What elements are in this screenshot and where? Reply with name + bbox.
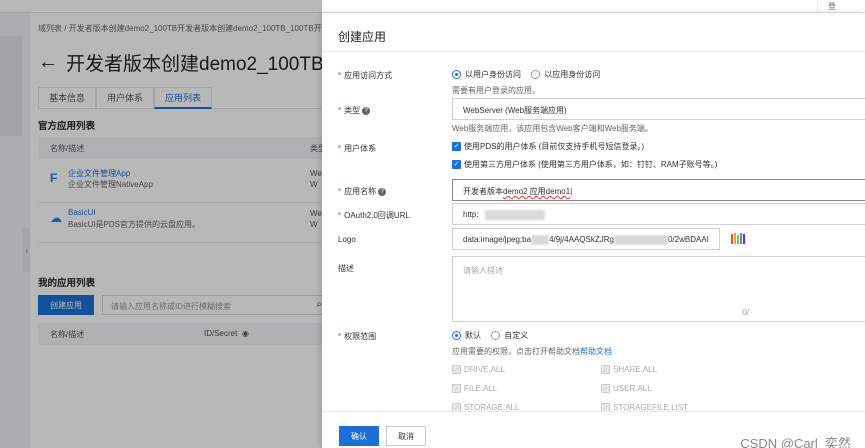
top-bar-user[interactable]: 登 [817,0,865,13]
app-name-value-suffix: demo2 应用demo1 [503,187,571,196]
oauth-url-label: * OAuth2.0回调URL [338,210,410,221]
logo-value-mid: 4/9j/4AAQSkZJRg [549,235,614,245]
radio-scope-default[interactable]: 默认 [452,331,481,341]
app-name-label: * 应用名称? [338,186,387,197]
cancel-button[interactable]: 取消 [386,426,426,446]
logo-value-start: data:image/jpeg;ba [463,235,532,245]
redacted-region [613,235,668,245]
checkbox-third-party-user-system[interactable]: ✓ 使用第三方用户体系 (使用第三方用户体系，如：钉钉、RAM子账号等。) [452,159,717,170]
logo-input[interactable]: data:image/jpeg;ba 4/9j/4AAQSkZJRg 0/2wBDA… [452,228,720,250]
checkbox-disabled-icon: ✓ [601,384,610,394]
perm-label: DRIVE.ALL [464,365,505,374]
modal-backdrop[interactable] [0,0,322,448]
watermark: CSDN @Carl_奕然 [740,436,851,448]
checkbox-disabled-icon: ✓ [452,365,461,375]
perm-file-all: ✓ FILE.ALL [452,384,498,394]
scope-radio-group: 默认 自定义 [452,330,528,341]
radio-user-access-label: 以用户身份访问 [465,70,521,79]
scope-hint-text: 应用需要的权限，点击打开帮助文档 [452,347,580,356]
access-mode-radio-group: 以用户身份访问 以应用身份访问 [452,69,600,80]
checkbox-pds-user-system[interactable]: ✓ 使用PDS的用户体系 (目前仅支持手机号短信登录。) [452,141,644,152]
user-system-label: * 用户体系 [338,143,376,154]
radio-unchecked-icon [491,331,501,341]
required-mark: * [338,144,342,153]
app-name-input[interactable]: 开发者版本demo2 应用demo1| [452,179,865,201]
divider [322,411,865,412]
required-mark: * [338,211,342,220]
radio-checked-icon [452,331,461,341]
help-icon[interactable]: ? [378,187,387,196]
radio-scope-custom-label: 自定义 [504,331,529,340]
oauth-url-label-text: OAuth2.0回调URL [344,211,410,220]
required-mark: * [338,71,342,80]
description-placeholder: 请输入描述 [463,266,503,275]
perm-label: SHARE.ALL [613,365,658,374]
oauth-url-value: http: [463,210,479,220]
divider [322,51,865,52]
radio-unchecked-icon [531,70,541,80]
radio-app-access[interactable]: 以应用身份访问 [531,70,601,80]
checkbox-pds-label: 使用PDS的用户体系 (目前仅支持手机号短信登录。) [464,142,644,151]
radio-checked-icon [452,70,461,80]
logo-value-end: 0/2wBDAAI [667,235,709,245]
user-system-label-text: 用户体系 [344,144,377,153]
redacted-region [531,235,550,245]
checkbox-disabled-icon: ✓ [601,365,610,375]
checkbox-checked-icon: ✓ [452,160,461,170]
access-mode-label-text: 应用访问方式 [344,71,393,80]
access-mode-label: * 应用访问方式 [338,70,392,81]
help-doc-link[interactable]: 帮助文档 [580,347,612,356]
radio-app-access-label: 以应用身份访问 [544,70,601,79]
checkbox-third-party-label: 使用第三方用户体系 (使用第三方用户体系，如：钉钉、RAM子账号等。) [464,160,718,169]
perm-label: FILE.ALL [464,384,498,393]
logo-label: Logo [338,235,356,244]
checkbox-disabled-icon: ✓ [452,384,461,394]
type-hint: Web服务端应用，该应用包含Web客户端和Web服务端。 [452,124,653,133]
radio-scope-custom[interactable]: 自定义 [491,331,529,341]
drawer-title: 创建应用 [338,30,387,44]
perm-user-all: ✓ USER.ALL [601,384,652,394]
checkbox-checked-icon: ✓ [452,142,461,152]
perm-share-all: ✓ SHARE.ALL [601,365,658,375]
description-textarea[interactable]: 请输入描述 0/ [452,256,865,322]
logo-preview-icon [731,233,745,244]
create-app-drawer: 创建应用 * 应用访问方式 以用户身份访问 以应用身份访问 需要有用户登录的应用。… [322,13,865,448]
scope-hint: 应用需要的权限，点击打开帮助文档帮助文档 [452,346,612,357]
radio-scope-default-label: 默认 [465,331,481,340]
description-counter: 0/ [742,308,749,317]
type-label: * 类型? [338,105,371,116]
scope-label: * 权限范围 [338,331,376,342]
access-mode-hint: 需要有用户登录的应用。 [452,86,540,95]
confirm-button[interactable]: 确认 [339,426,379,446]
type-select-value: WebServer (Web服务端应用) [463,106,567,115]
app-name-label-text: 应用名称 [344,187,377,196]
perm-drive-all: ✓ DRIVE.ALL [452,365,505,375]
required-mark: * [338,332,342,341]
perm-label: USER.ALL [613,384,652,393]
redacted-region [484,210,545,220]
type-label-text: 类型 [344,106,361,115]
type-select[interactable]: WebServer (Web服务端应用) [452,98,865,120]
description-label: 描述 [338,264,354,273]
oauth-url-input[interactable]: http: [452,203,865,225]
required-mark: * [338,187,342,196]
required-mark: * [338,106,342,115]
help-icon[interactable]: ? [362,106,371,115]
scope-label-text: 权限范围 [344,332,377,341]
radio-user-access[interactable]: 以用户身份访问 [452,70,521,80]
app-name-value-prefix: 开发者版本 [463,187,503,196]
